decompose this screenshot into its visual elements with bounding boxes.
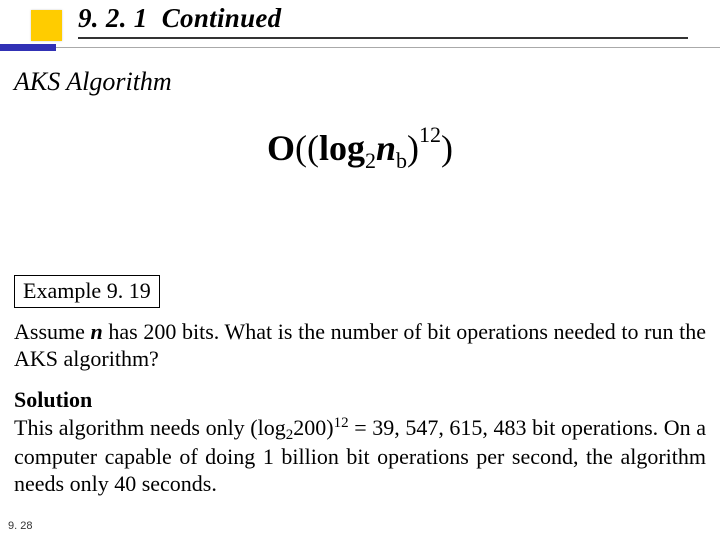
formula-exponent: 12 <box>419 122 441 147</box>
question-var: n <box>91 319 103 344</box>
header-section-word: Continued <box>162 3 282 33</box>
header-thin-rule <box>0 47 720 48</box>
header-underline <box>78 37 688 39</box>
formula-bigO: O <box>267 128 295 168</box>
example-question: Assume n has 200 bits. What is the numbe… <box>14 319 706 373</box>
solution-heading: Solution <box>14 387 92 413</box>
header-title: 9. 2. 1 Continued <box>78 3 281 34</box>
example-label-box: Example 9. 19 <box>14 275 160 308</box>
header-accent-icon <box>0 44 56 51</box>
formula-close-outer: ) <box>441 128 453 168</box>
solution-exp: 12 <box>334 415 349 431</box>
question-post: has 200 bits. What is the number of bit … <box>14 319 706 371</box>
solution-pre: This algorithm needs only (log <box>14 415 286 440</box>
subheading: AKS Algorithm <box>14 67 172 97</box>
formula-log-base: 2 <box>365 148 376 173</box>
slide: 9. 2. 1 Continued AKS Algorithm O((log2n… <box>0 0 720 540</box>
formula-close-inner: ) <box>407 128 419 168</box>
example-label: Example 9. 19 <box>23 278 151 303</box>
solution-arg: 200) <box>293 415 333 440</box>
header-bullet-icon <box>31 10 62 41</box>
formula-var-sub: b <box>396 148 407 173</box>
solution-body: This algorithm needs only (log2200)12 = … <box>14 414 706 498</box>
formula-log: log <box>319 128 365 168</box>
header-section-number: 9. 2. 1 <box>78 3 148 33</box>
formula-var: n <box>376 128 396 168</box>
formula-open: (( <box>295 128 319 168</box>
page-number: 9. 28 <box>8 520 32 532</box>
complexity-formula: O((log2nb)12) <box>0 122 720 174</box>
question-pre: Assume <box>14 319 91 344</box>
